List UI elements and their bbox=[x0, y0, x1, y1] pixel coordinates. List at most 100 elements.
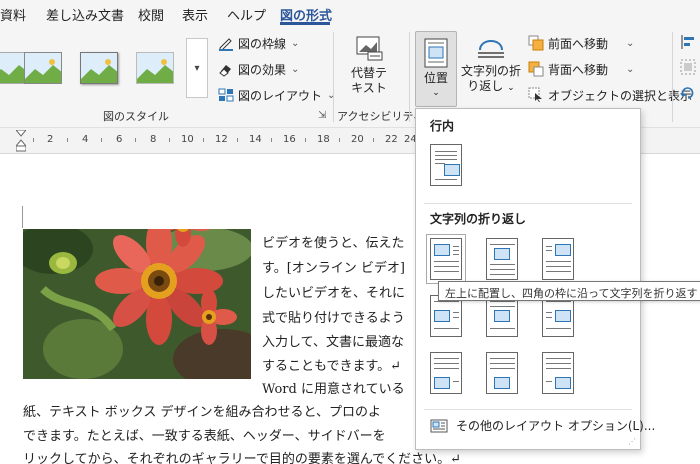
bring-forward-button[interactable]: 前面へ移動 ⌄ bbox=[528, 33, 634, 53]
picture-icon bbox=[434, 310, 450, 322]
resize-grip-icon[interactable]: ⋰ bbox=[628, 437, 636, 446]
picture-layout-button[interactable]: 図のレイアウト ⌄ bbox=[218, 85, 335, 105]
position-middle-left-option[interactable] bbox=[430, 295, 462, 337]
tab-view[interactable]: 表示 bbox=[182, 5, 208, 24]
align-icon[interactable] bbox=[680, 34, 696, 50]
document-text-line: したいビデオを、それに bbox=[262, 286, 406, 301]
group-separator bbox=[333, 32, 334, 122]
wrap-text-label-1: 文字列の折 bbox=[460, 64, 521, 78]
ruler-number: 4 bbox=[82, 134, 89, 145]
position-top-left-option[interactable] bbox=[426, 234, 466, 284]
indent-marker-icon[interactable] bbox=[16, 130, 26, 152]
picture-style-thumb-3[interactable] bbox=[80, 52, 118, 84]
document-text-line: することもできます。↵ bbox=[262, 359, 402, 374]
chevron-down-icon: ⌄ bbox=[626, 37, 635, 49]
ruler-number: 22 bbox=[385, 134, 398, 145]
group-label-accessibility: アクセシビリティ bbox=[337, 110, 424, 123]
send-backward-button[interactable]: 背面へ移動 ⌄ bbox=[528, 59, 634, 79]
picture-style-thumb-4[interactable] bbox=[136, 52, 174, 84]
position-top-center-option[interactable] bbox=[486, 238, 518, 280]
dialog-launcher-icon[interactable]: ⇲ bbox=[318, 110, 326, 121]
ruler-tick bbox=[237, 138, 238, 142]
picture-icon bbox=[434, 377, 450, 389]
picture-effects-icon bbox=[219, 65, 231, 77]
ruler-tick bbox=[339, 138, 340, 142]
position-dropdown-menu: 行内 文字列の折り返し その他のレイアウト オプション(L)... ⋰ bbox=[415, 108, 655, 450]
chevron-down-icon: ⌄ bbox=[626, 63, 635, 75]
picture-icon bbox=[494, 310, 510, 322]
tab-review[interactable]: 校閲 bbox=[138, 5, 164, 24]
send-backward-icon bbox=[528, 61, 544, 77]
ruler-tick bbox=[33, 138, 34, 142]
menu-divider bbox=[424, 409, 632, 410]
position-middle-center-option[interactable] bbox=[486, 295, 518, 337]
document-text-line: 紙、テキスト ボックス デザインを組み合わせると、プロのよ bbox=[23, 405, 381, 420]
group-objects-icon[interactable] bbox=[680, 59, 696, 75]
position-top-right-option[interactable] bbox=[542, 238, 574, 280]
picture-style-thumb-2[interactable] bbox=[24, 52, 62, 84]
document-text-line: 入力して、文書に最適な bbox=[262, 335, 404, 350]
picture-icon bbox=[494, 248, 510, 260]
menu-divider bbox=[424, 203, 632, 204]
rotate-icon[interactable] bbox=[680, 85, 696, 101]
tab-mailings[interactable]: 差し込み文書 bbox=[46, 5, 124, 24]
more-layout-options-label: その他のレイアウト オプション(L)... bbox=[456, 419, 656, 433]
position-icon bbox=[424, 38, 448, 68]
position-bottom-center-option[interactable] bbox=[486, 352, 518, 394]
chevron-down-icon: ⌄ bbox=[432, 88, 440, 98]
position-label: 位置 bbox=[423, 71, 448, 85]
picture-icon bbox=[444, 164, 460, 176]
send-backward-label: 背面へ移動 bbox=[548, 62, 609, 77]
chevron-down-icon: ⌄ bbox=[291, 37, 300, 49]
position-bottom-right-option[interactable] bbox=[542, 352, 574, 394]
picture-effects-label: 図の効果 bbox=[238, 62, 287, 77]
bring-forward-label: 前面へ移動 bbox=[548, 36, 609, 51]
pencil-border-icon bbox=[219, 38, 233, 51]
wrap-text-icon bbox=[478, 40, 504, 58]
selection-pane-button[interactable]: オブジェクトの選択と表示 bbox=[528, 85, 692, 105]
tab-help[interactable]: ヘルプ bbox=[227, 5, 266, 24]
alt-text-button[interactable]: 代替テ キスト bbox=[344, 34, 394, 102]
flower-picture[interactable] bbox=[23, 229, 251, 379]
chevron-down-icon: ⌄ bbox=[291, 63, 300, 75]
picture-border-button[interactable]: 図の枠線 ⌄ bbox=[218, 33, 299, 53]
ruler-number: 10 bbox=[181, 134, 194, 145]
ruler-number: 18 bbox=[317, 134, 330, 145]
active-tab-indicator bbox=[280, 22, 330, 25]
picture-effects-button[interactable]: 図の効果 ⌄ bbox=[218, 59, 299, 79]
layout-options-icon bbox=[430, 419, 448, 432]
wrap-text-button[interactable]: 文字列の折 り返し ⌄ bbox=[460, 34, 522, 104]
ruler-number: 16 bbox=[283, 134, 296, 145]
chevron-down-icon: ⌄ bbox=[507, 83, 515, 93]
alt-text-icon bbox=[356, 36, 383, 61]
ruler-number: 6 bbox=[116, 134, 123, 145]
group-separator bbox=[672, 32, 673, 122]
gallery-more-icon: ▾ bbox=[194, 62, 200, 74]
position-inline-option[interactable] bbox=[430, 144, 462, 186]
ruler-tick bbox=[373, 138, 374, 142]
position-button[interactable]: 位置 ⌄ bbox=[415, 31, 457, 107]
wrap-text-label-2: り返し bbox=[467, 79, 504, 93]
picture-layout-icon bbox=[218, 88, 234, 102]
position-tooltip: 左上に配置し、四角の枠に沿って文字列を折り返す bbox=[438, 281, 700, 301]
position-middle-right-option[interactable] bbox=[542, 295, 574, 337]
tab-references[interactable]: 資料 bbox=[0, 5, 26, 24]
document-text-line: す。[オンライン ビデオ] bbox=[262, 261, 405, 276]
picture-border-label: 図の枠線 bbox=[238, 36, 287, 51]
wrap-heading: 文字列の折り返し bbox=[430, 212, 527, 226]
gallery-more-button[interactable]: ▾ bbox=[186, 38, 208, 98]
document-text-line: 式で貼り付けできるよう bbox=[262, 311, 405, 326]
ruler-tick bbox=[101, 138, 102, 142]
inline-heading: 行内 bbox=[430, 119, 455, 133]
picture-icon bbox=[555, 244, 571, 256]
more-layout-options-item[interactable]: その他のレイアウト オプション(L)... bbox=[430, 417, 655, 434]
ruler-number: 14 bbox=[249, 134, 262, 145]
alt-text-label-1: 代替テ bbox=[350, 66, 387, 80]
ribbon-tab-bar: 資料 差し込み文書 校閲 表示 ヘルプ 図の形式 bbox=[0, 0, 700, 26]
position-bottom-left-option[interactable] bbox=[430, 352, 462, 394]
picture-icon bbox=[494, 377, 510, 389]
ruler-tick bbox=[135, 138, 136, 142]
document-text-line: できます。たとえば、一致する表紙、ヘッダー、サイドバーを bbox=[23, 429, 386, 444]
ruler-number: 12 bbox=[215, 134, 228, 145]
ruler-tick bbox=[271, 138, 272, 142]
